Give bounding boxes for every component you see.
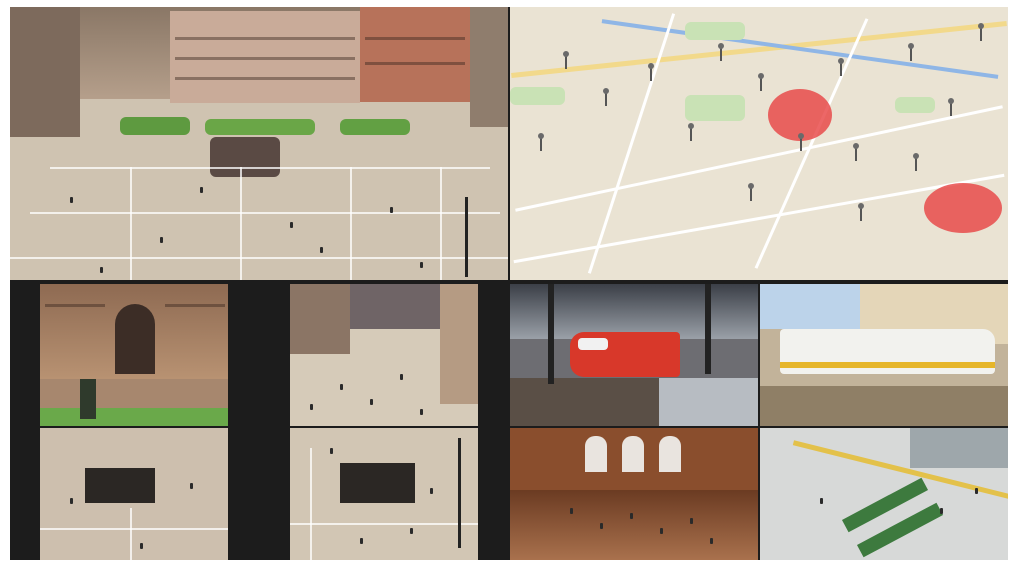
- street-building: [290, 284, 350, 354]
- map-road: [754, 18, 869, 269]
- map-pin-icon[interactable]: [758, 73, 764, 91]
- tram-stripe: [780, 362, 995, 368]
- map-pin-icon[interactable]: [563, 51, 569, 69]
- street-building: [440, 284, 478, 404]
- map-pin-icon[interactable]: [538, 133, 544, 151]
- map-pin-icon[interactable]: [688, 123, 694, 141]
- garden-bed: [340, 119, 410, 135]
- camera-feed-square-entrance-b[interactable]: [290, 428, 478, 560]
- building-far-right: [470, 7, 508, 127]
- monument: [210, 137, 280, 177]
- lawn: [40, 408, 228, 426]
- camera-feed-palace-gate[interactable]: [40, 284, 228, 426]
- platform: [510, 378, 758, 426]
- map-pin-icon[interactable]: [798, 133, 804, 151]
- map-pin-icon[interactable]: [748, 183, 754, 201]
- statue: [80, 379, 96, 419]
- hall-window: [659, 436, 681, 472]
- map-hotspot[interactable]: [924, 183, 1002, 233]
- hall-window: [622, 436, 644, 472]
- camera-feed-piazza-aerial[interactable]: [10, 7, 508, 280]
- map-pin-icon[interactable]: [603, 88, 609, 106]
- map-pin-icon[interactable]: [913, 153, 919, 171]
- map-pin-icon[interactable]: [718, 43, 724, 61]
- camera-feed-station-hall[interactable]: [510, 428, 758, 560]
- map-pin-icon[interactable]: [908, 43, 914, 61]
- camera-feed-square-street[interactable]: [290, 284, 478, 426]
- map-park: [895, 97, 935, 113]
- camera-feed-square-entrance-a[interactable]: [40, 428, 228, 560]
- city-map-panel[interactable]: [510, 7, 1008, 280]
- lamp-post: [465, 197, 468, 277]
- video-wall: [10, 7, 1008, 560]
- archway: [115, 304, 155, 374]
- stair-entrance: [85, 468, 155, 503]
- stair-entrance: [340, 463, 415, 503]
- street-building: [350, 284, 440, 329]
- map-pin-icon[interactable]: [853, 143, 859, 161]
- map-pin-icon[interactable]: [978, 23, 984, 41]
- garden-bed: [205, 119, 315, 135]
- road: [760, 386, 1008, 426]
- camera-feed-terminal-gates[interactable]: [760, 428, 1008, 560]
- map-park: [685, 22, 745, 40]
- garden-bed: [120, 117, 190, 135]
- hall-floor: [510, 490, 758, 560]
- info-desk: [910, 428, 1008, 468]
- building-right: [360, 7, 470, 102]
- map-park: [685, 95, 745, 121]
- lamp-post: [458, 438, 461, 548]
- map-pin-icon[interactable]: [648, 63, 654, 81]
- hall-window: [585, 436, 607, 472]
- map-pin-icon[interactable]: [858, 203, 864, 221]
- train-window: [578, 338, 608, 350]
- building-left: [10, 7, 80, 137]
- map-pin-icon[interactable]: [948, 98, 954, 116]
- map-park: [510, 87, 565, 105]
- camera-feed-tram-stop[interactable]: [760, 284, 1008, 426]
- camera-feed-train-station[interactable]: [510, 284, 758, 426]
- map-pin-icon[interactable]: [838, 58, 844, 76]
